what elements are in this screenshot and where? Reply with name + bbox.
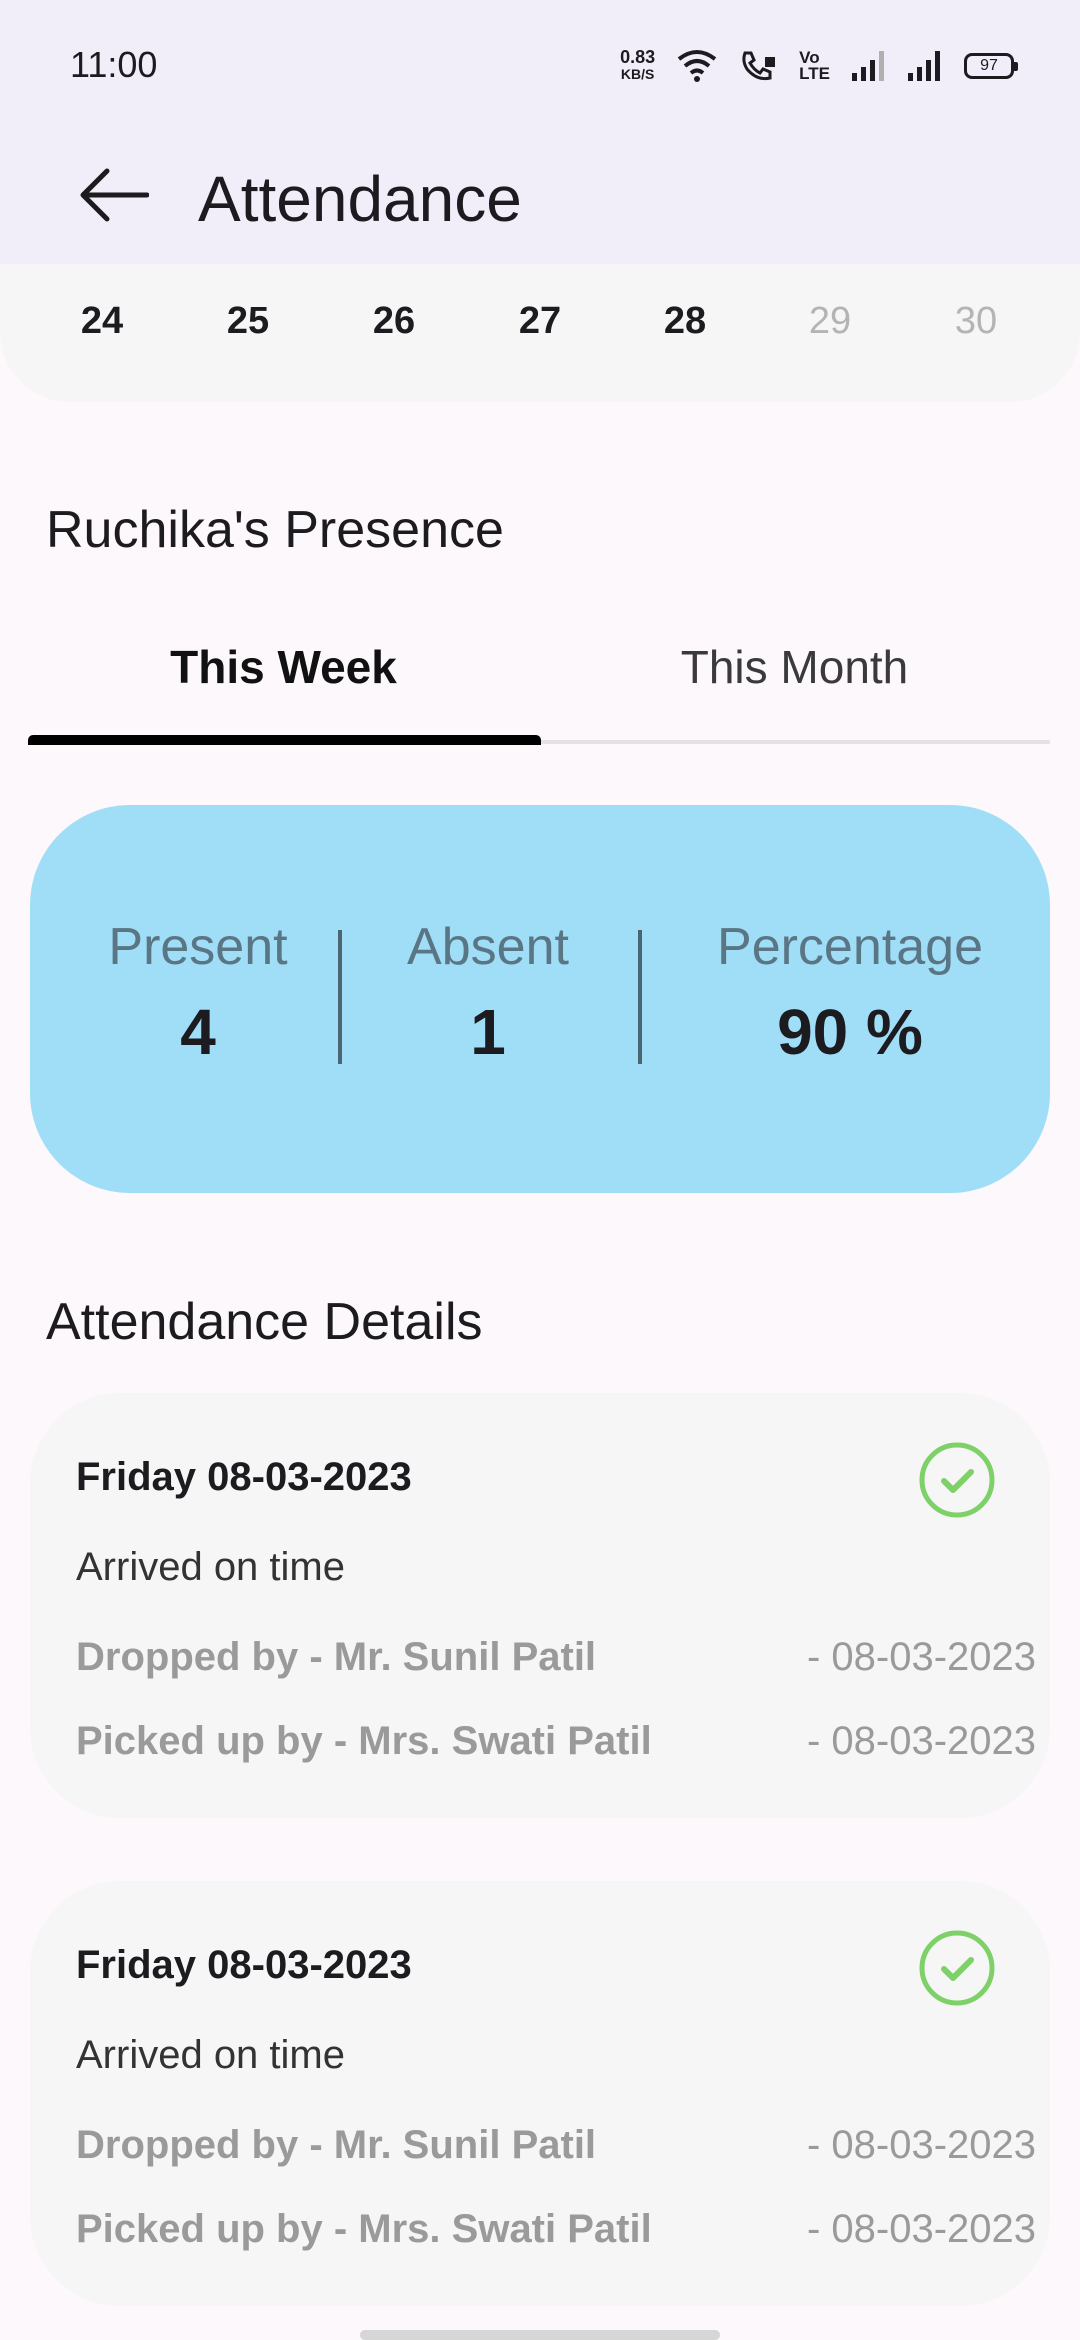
status-time: 11:00 [70, 44, 158, 85]
dropped-by-row: Dropped by - Mr. Sunil Patil - 08-03-202… [76, 2123, 1036, 2168]
status-icons: 0.83 KB/S Vo LTE 97 [620, 46, 1018, 86]
picked-up-by: Picked up by - Mrs. Swati Patil [76, 2207, 652, 2251]
arrow-left-icon [80, 168, 149, 222]
picked-up-by-row: Picked up by - Mrs. Swati Patil - 08-03-… [76, 2207, 1036, 2252]
detail-status: Arrived on time [76, 2033, 345, 2077]
picked-up-date: - 08-03-2023 [806, 2207, 1036, 2251]
calendar-day-27[interactable]: 27 [490, 300, 590, 343]
percentage-stat: Percentage 90 % [670, 917, 1030, 1069]
attendance-summary-card: Present 4 Absent 1 Percentage 90 % [30, 805, 1050, 1193]
net-speed: 0.83 KB/S [620, 47, 656, 83]
volte-bottom: LTE [799, 64, 830, 83]
net-speed-unit: KB/S [620, 66, 655, 82]
calendar-day-24[interactable]: 24 [52, 300, 152, 343]
present-label: Present [108, 918, 288, 976]
dropped-date: - 08-03-2023 [806, 2123, 1036, 2167]
presence-tabs: This Week This Month [28, 610, 1050, 745]
calendar-day-28[interactable]: 28 [635, 300, 735, 343]
home-indicator[interactable] [360, 2330, 720, 2340]
absent-value: 1 [470, 996, 506, 1068]
wifi-icon [677, 50, 717, 82]
calendar-day-29: 29 [808, 300, 852, 342]
detail-date: Friday 08-03-2023 [76, 1455, 412, 1499]
check-circle-icon [919, 1442, 995, 1518]
present-value: 4 [180, 996, 216, 1068]
app-bar: Attendance [0, 130, 1080, 264]
details-title: Attendance Details [46, 1293, 483, 1351]
dropped-by-row: Dropped by - Mr. Sunil Patil - 08-03-202… [76, 1635, 1036, 1680]
tab-indicator [28, 735, 541, 745]
percentage-value: 90 % [777, 996, 923, 1068]
calendar-day-25[interactable]: 25 [198, 300, 298, 343]
detail-status: Arrived on time [76, 1545, 345, 1589]
calendar-day-30: 30 [954, 300, 998, 342]
attendance-detail-card[interactable]: Friday 08-03-2023 Arrived on time Droppe… [30, 1881, 1050, 2306]
status-bar: 11:00 0.83 KB/S Vo LTE 97 [0, 0, 1080, 130]
picked-up-date: - 08-03-2023 [806, 1719, 1036, 1763]
picked-up-by-row: Picked up by - Mrs. Swati Patil - 08-03-… [76, 1719, 1036, 1764]
dropped-by: Dropped by - Mr. Sunil Patil [76, 2123, 597, 2167]
absent-stat: Absent 1 [342, 917, 634, 1069]
dropped-by: Dropped by - Mr. Sunil Patil [76, 1635, 597, 1679]
battery-icon: 97 [964, 53, 1018, 79]
attendance-detail-card[interactable]: Friday 08-03-2023 Arrived on time Droppe… [30, 1393, 1050, 1818]
stat-separator [638, 930, 642, 1064]
dropped-date: - 08-03-2023 [806, 1635, 1036, 1679]
back-button[interactable] [66, 148, 160, 242]
net-speed-value: 0.83 [620, 47, 656, 67]
detail-date: Friday 08-03-2023 [76, 1943, 412, 1987]
wifi-call-icon [742, 51, 776, 81]
check-circle-icon [919, 1930, 995, 2006]
volte-indicator: Vo LTE [799, 49, 830, 83]
absent-label: Absent [407, 918, 569, 976]
page-title: Attendance [198, 163, 522, 235]
signal-2-icon [908, 51, 940, 81]
calendar-strip: 24 25 26 27 28 29 30 [0, 264, 1080, 402]
picked-up-by: Picked up by - Mrs. Swati Patil [76, 1719, 652, 1763]
signal-1-icon [852, 51, 884, 81]
percentage-label: Percentage [717, 918, 983, 976]
presence-title: Ruchika's Presence [46, 501, 504, 559]
present-stat: Present 4 [30, 917, 366, 1069]
tab-this-week[interactable]: This Week [28, 640, 539, 694]
tab-this-month[interactable]: This Month [539, 640, 1050, 694]
calendar-day-26[interactable]: 26 [344, 300, 444, 343]
